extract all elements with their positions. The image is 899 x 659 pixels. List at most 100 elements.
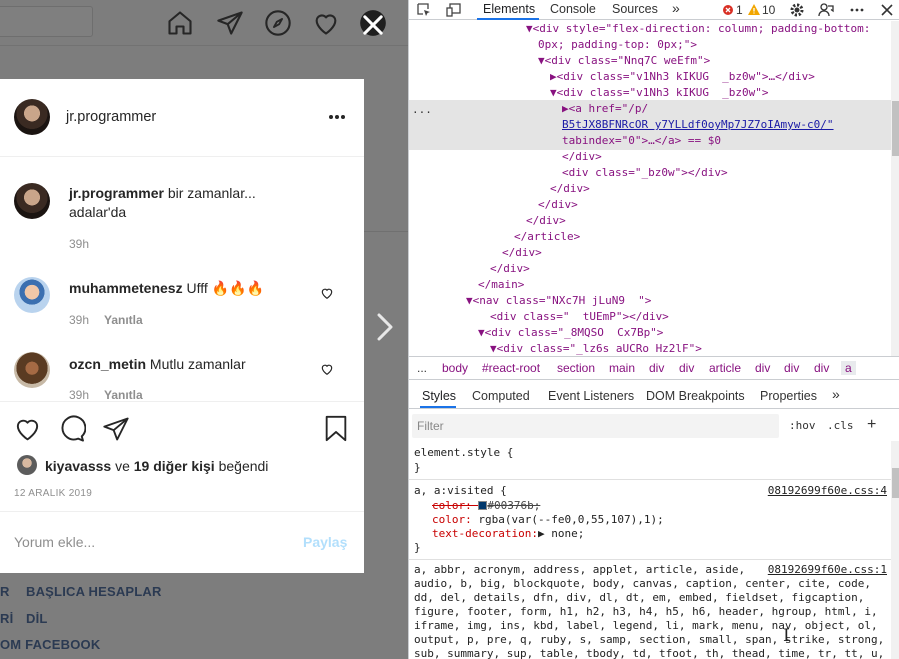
dom-line-href[interactable]: B5tJX8BFNRcOR y7YLLdf0oyMp7JZ7oIAmyw-c0/… (562, 117, 834, 133)
liker-avatar[interactable] (17, 455, 37, 475)
class-toggle[interactable]: .cls (827, 419, 854, 432)
overridden-value[interactable]: #00376b; (487, 499, 540, 512)
author-avatar[interactable] (14, 99, 50, 135)
error-icon[interactable] (723, 5, 733, 15)
more-options-icon[interactable] (849, 2, 865, 18)
styles-filter-input[interactable]: Filter (412, 414, 779, 438)
dom-scroll-thumb[interactable] (892, 101, 899, 156)
dom-line[interactable]: </div> (502, 245, 542, 261)
tab-console[interactable]: Console (550, 2, 596, 16)
hover-state-toggle[interactable]: :hov (789, 419, 816, 432)
dom-line[interactable]: </div> (526, 213, 566, 229)
comment-username[interactable]: ozcn_metin (69, 356, 146, 372)
comment-avatar[interactable] (14, 277, 50, 313)
bookmark-icon[interactable] (322, 414, 350, 443)
styles-scrollbar[interactable] (891, 441, 899, 659)
dom-line[interactable]: </div> (550, 181, 590, 197)
rule-source-link[interactable]: 08192699f60e.css:4 (768, 484, 887, 498)
new-style-rule-button[interactable]: + (867, 416, 876, 434)
breadcrumb-item[interactable]: div (755, 361, 770, 375)
rule-selector[interactable]: a, a:visited { (414, 484, 507, 498)
explore-icon[interactable] (264, 9, 292, 37)
dom-line[interactable]: 0px; padding-top: 0px;"> (538, 37, 697, 53)
footer-link[interactable]: R (0, 584, 10, 599)
more-dots-icon[interactable] (328, 113, 346, 121)
dom-scrollbar[interactable] (891, 21, 899, 356)
more-subtabs-button[interactable]: » (832, 386, 840, 402)
caption-avatar[interactable] (14, 183, 50, 219)
breadcrumb-item[interactable]: body (442, 361, 468, 375)
footer-link[interactable]: BAŞLICA HESAPLAR (26, 584, 162, 599)
dom-line-selected[interactable]: ▶<a href="/p/ (562, 101, 648, 117)
caption-username[interactable]: jr.programmer (69, 185, 164, 201)
breadcrumb-item[interactable]: div (814, 361, 829, 375)
more-tabs-button[interactable]: » (672, 0, 680, 16)
breadcrumb-ellipsis[interactable]: ... (417, 361, 427, 375)
dom-line[interactable]: </main> (478, 277, 524, 293)
error-count[interactable]: 1 (736, 3, 743, 17)
tab-properties[interactable]: Properties (760, 389, 817, 403)
comment-like-heart-icon[interactable] (320, 362, 334, 376)
rule-selector[interactable]: a, abbr, acronym, address, applet, artic… (414, 563, 745, 577)
tab-event-listeners[interactable]: Event Listeners (548, 389, 634, 403)
tab-styles[interactable]: Styles (422, 389, 456, 403)
dom-line[interactable]: ▶<div class="v1Nh3 kIKUG _bz0w">…</div> (550, 69, 815, 85)
breadcrumb-item[interactable]: div (784, 361, 799, 375)
styles-scroll-thumb[interactable] (892, 468, 899, 498)
close-devtools-icon[interactable] (879, 2, 895, 18)
overridden-property[interactable]: color: (432, 499, 478, 512)
activity-heart-icon[interactable] (312, 9, 340, 37)
rule-selector[interactable]: audio, b, big, blockquote, body, canvas,… (414, 577, 871, 591)
dom-line[interactable]: </div> (538, 197, 578, 213)
css-property[interactable]: text-decoration: (432, 527, 538, 540)
next-post-arrow-icon[interactable] (374, 312, 396, 342)
comment-bubble-icon[interactable] (57, 414, 86, 443)
likes-others-link[interactable]: 19 diğer kişi (134, 458, 215, 474)
dom-line[interactable]: ▼<nav class="NXc7H jLuN9 "> (466, 293, 651, 309)
dom-line[interactable]: ▼<div class="v1Nh3 kIKUG _bz0w"> (550, 85, 769, 101)
color-swatch[interactable] (478, 501, 488, 510)
footer-link[interactable]: Rİ (0, 611, 13, 626)
breadcrumb-item[interactable]: #react-root (482, 361, 540, 375)
settings-gear-icon[interactable] (789, 2, 805, 18)
css-property[interactable]: color: (432, 513, 478, 526)
share-plane-icon[interactable] (102, 415, 130, 443)
rule-source-link[interactable]: 08192699f60e.css:1 (763, 563, 887, 577)
footer-link[interactable]: DİL (26, 611, 48, 626)
feedback-icon[interactable] (818, 2, 834, 18)
dom-line[interactable]: <div class=" tUEmP"></div> (490, 309, 669, 325)
css-value[interactable]: rgba(var(--fe0,0,55,107),1); (478, 513, 663, 526)
direct-message-icon[interactable] (216, 9, 244, 37)
breadcrumb-item[interactable]: div (679, 361, 694, 375)
comment-like-heart-icon[interactable] (320, 286, 334, 300)
dom-line[interactable]: ▼<div class="_lz6s aUCRo Hz2lF"> (490, 341, 702, 356)
dom-line[interactable]: ▼<div class="Nnq7C weEfm"> (538, 53, 710, 69)
rule-selector[interactable]: dd, del, details, dfn, div, dl, dt, em, … (414, 591, 864, 605)
dom-line[interactable]: </div> (490, 261, 530, 277)
liker-username[interactable]: kiyavasss (45, 458, 111, 474)
search-input[interactable] (0, 6, 93, 37)
tab-elements[interactable]: Elements (483, 2, 535, 16)
css-value[interactable]: ▶ none; (538, 527, 584, 540)
home-icon[interactable] (166, 9, 194, 37)
device-toolbar-icon[interactable] (446, 2, 462, 18)
warning-count[interactable]: 10 (762, 3, 775, 17)
tab-sources[interactable]: Sources (612, 2, 658, 16)
dom-line[interactable]: </article> (514, 229, 580, 245)
rule-selector[interactable]: iframe, img, ins, kbd, label, legend, li… (414, 619, 878, 633)
close-icon[interactable] (359, 11, 387, 39)
reply-button[interactable]: Yanıtla (104, 388, 143, 401)
rule-selector[interactable]: figure, footer, form, h1, h2, h3, h4, h5… (414, 605, 878, 619)
dom-line[interactable]: <div class="_bz0w"></div> (562, 165, 728, 181)
warning-icon[interactable] (748, 4, 760, 15)
breadcrumb-item[interactable]: main (609, 361, 635, 375)
comment-input[interactable]: Yorum ekle... (14, 534, 95, 550)
dom-line[interactable]: ▼<div style="flex-direction: column; pad… (526, 21, 870, 37)
breadcrumb-item[interactable]: section (557, 361, 595, 375)
node-ellipsis[interactable]: ... (412, 102, 432, 118)
inspect-element-icon[interactable] (416, 2, 432, 18)
breadcrumb-item-selected[interactable]: a (841, 361, 856, 375)
share-button[interactable]: Paylaş (303, 534, 347, 550)
like-heart-icon[interactable] (13, 414, 42, 443)
author-username[interactable]: jr.programmer (66, 109, 156, 125)
